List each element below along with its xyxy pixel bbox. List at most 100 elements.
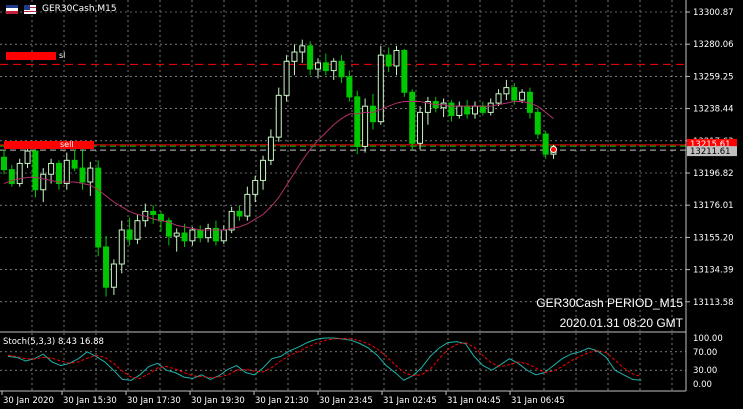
bear-candle — [1, 156, 7, 171]
time-label: 31 Jan 02:45 — [383, 396, 437, 406]
time-label: 30 Jan 15:30 — [63, 396, 117, 406]
bear-candle — [369, 105, 376, 123]
stoch-level-label: 30.00 — [693, 366, 717, 376]
time-label: 30 Jan 2020 — [3, 396, 54, 406]
bull-candle — [16, 162, 23, 185]
server-datetime-text: 2020.01.31 08:20 GMT — [559, 316, 683, 330]
bull-candle — [291, 51, 298, 62]
bull-candle — [315, 62, 321, 70]
bear-candle — [32, 150, 39, 191]
bull-candle — [495, 93, 502, 104]
stoch-level-label: 70.00 — [693, 348, 717, 358]
bull-candle — [228, 210, 235, 231]
price-label: 13259.25 — [693, 72, 734, 82]
bull-candle — [40, 173, 47, 191]
price-label: 13280.06 — [693, 40, 734, 50]
bear-candle — [542, 133, 549, 155]
time-label: 30 Jan 19:30 — [191, 396, 245, 406]
main-grid — [0, 0, 686, 331]
instrument-period-text: GER30Cash PERIOD_M15 — [536, 296, 683, 310]
bull-candle — [220, 229, 227, 242]
price-label: 13155.20 — [693, 233, 734, 243]
stoch-indicator-label: Stoch(5,3,3) 8.43 16.88 — [3, 337, 104, 347]
stoch-level-label: 100.00 — [693, 334, 723, 344]
bull-candle — [252, 179, 259, 195]
stoch-axis: 100.00 70.00 30.00 0.00 — [693, 334, 723, 390]
bull-candle — [299, 45, 306, 53]
bear-candle — [401, 49, 408, 93]
chart-title-bar: GER30Cash,M15 — [6, 4, 117, 14]
flag-icon-2 — [24, 4, 36, 14]
bull-candle — [330, 60, 337, 72]
bull-candle — [377, 54, 384, 123]
sl-order-label: sl — [59, 51, 66, 60]
bull-candle — [87, 167, 94, 183]
sell-order-label: sell — [60, 140, 74, 149]
bear-candle — [479, 105, 486, 113]
candlestick-series — [1, 39, 557, 297]
bear-candle — [103, 246, 110, 288]
bull-candle — [267, 136, 274, 161]
price-label: 13300.87 — [693, 8, 734, 18]
bull-candle — [487, 102, 494, 113]
bull-candle — [503, 87, 510, 95]
bull-candle — [189, 229, 196, 242]
bear-candle — [236, 210, 243, 217]
bull-candle — [134, 220, 141, 240]
bull-candle — [393, 49, 400, 67]
bear-candle — [307, 45, 314, 70]
bear-candle — [126, 229, 133, 240]
bull-candle — [24, 150, 31, 164]
bear-candle — [511, 87, 518, 101]
price-axis: 13300.8713280.0613259.2513238.4413217.63… — [686, 8, 737, 308]
bear-candle — [322, 62, 329, 72]
bear-candle — [55, 162, 62, 185]
bull-candle — [110, 263, 117, 288]
trade-marker — [550, 146, 557, 154]
bear-candle — [79, 167, 86, 183]
time-label: 30 Jan 17:30 — [127, 396, 181, 406]
bear-candle — [158, 213, 164, 222]
bull-candle — [472, 105, 478, 115]
bear-candle — [95, 167, 102, 248]
stoch-level-label: 0.00 — [693, 380, 712, 390]
sell-order-tag[interactable] — [4, 141, 94, 149]
price-label: 13196.82 — [693, 169, 734, 179]
chart-frame — [0, 0, 687, 392]
bull-candle — [63, 159, 70, 185]
time-axis: 30 Jan 2020 30 Jan 15:30 30 Jan 17:30 30 Ja… — [1, 391, 565, 406]
bull-candle — [519, 91, 526, 101]
bear-candle — [385, 54, 392, 67]
price-label: 13176.01 — [693, 201, 734, 211]
bull-candle — [173, 232, 180, 237]
bear-candle — [181, 232, 188, 242]
symbol-title: GER30Cash,M15 — [42, 4, 117, 14]
bear-candle — [448, 102, 455, 116]
bull-candle — [275, 94, 282, 138]
bull-candle — [48, 162, 55, 175]
bear-candle — [534, 111, 541, 135]
bear-candle — [409, 91, 416, 144]
bear-candle — [197, 229, 204, 239]
price-label: 13134.39 — [693, 266, 734, 276]
time-label: 30 Jan 21:30 — [255, 396, 309, 406]
time-label: 30 Jan 23:45 — [319, 396, 373, 406]
price-label: 13113.58 — [693, 298, 734, 308]
bid-price-label: 13211.61 — [690, 147, 731, 157]
bear-candle — [338, 60, 345, 78]
bull-candle — [456, 105, 463, 116]
bull-candle — [244, 193, 251, 217]
bull-candle — [283, 60, 290, 96]
bull-candle — [118, 229, 125, 265]
time-label: 31 Jan 06:45 — [511, 396, 565, 406]
bear-candle — [150, 210, 157, 215]
bear-candle — [71, 159, 78, 169]
bear-candle — [464, 105, 471, 115]
bull-candle — [417, 111, 424, 144]
bull-candle — [260, 159, 267, 181]
bear-candle — [354, 96, 361, 147]
chart-canvas[interactable]: 13300.8713280.0613259.2513238.4413217.63… — [0, 0, 743, 409]
price-label: 13238.44 — [693, 105, 734, 115]
sl-order-tag[interactable] — [6, 52, 56, 60]
bear-candle — [346, 76, 353, 98]
